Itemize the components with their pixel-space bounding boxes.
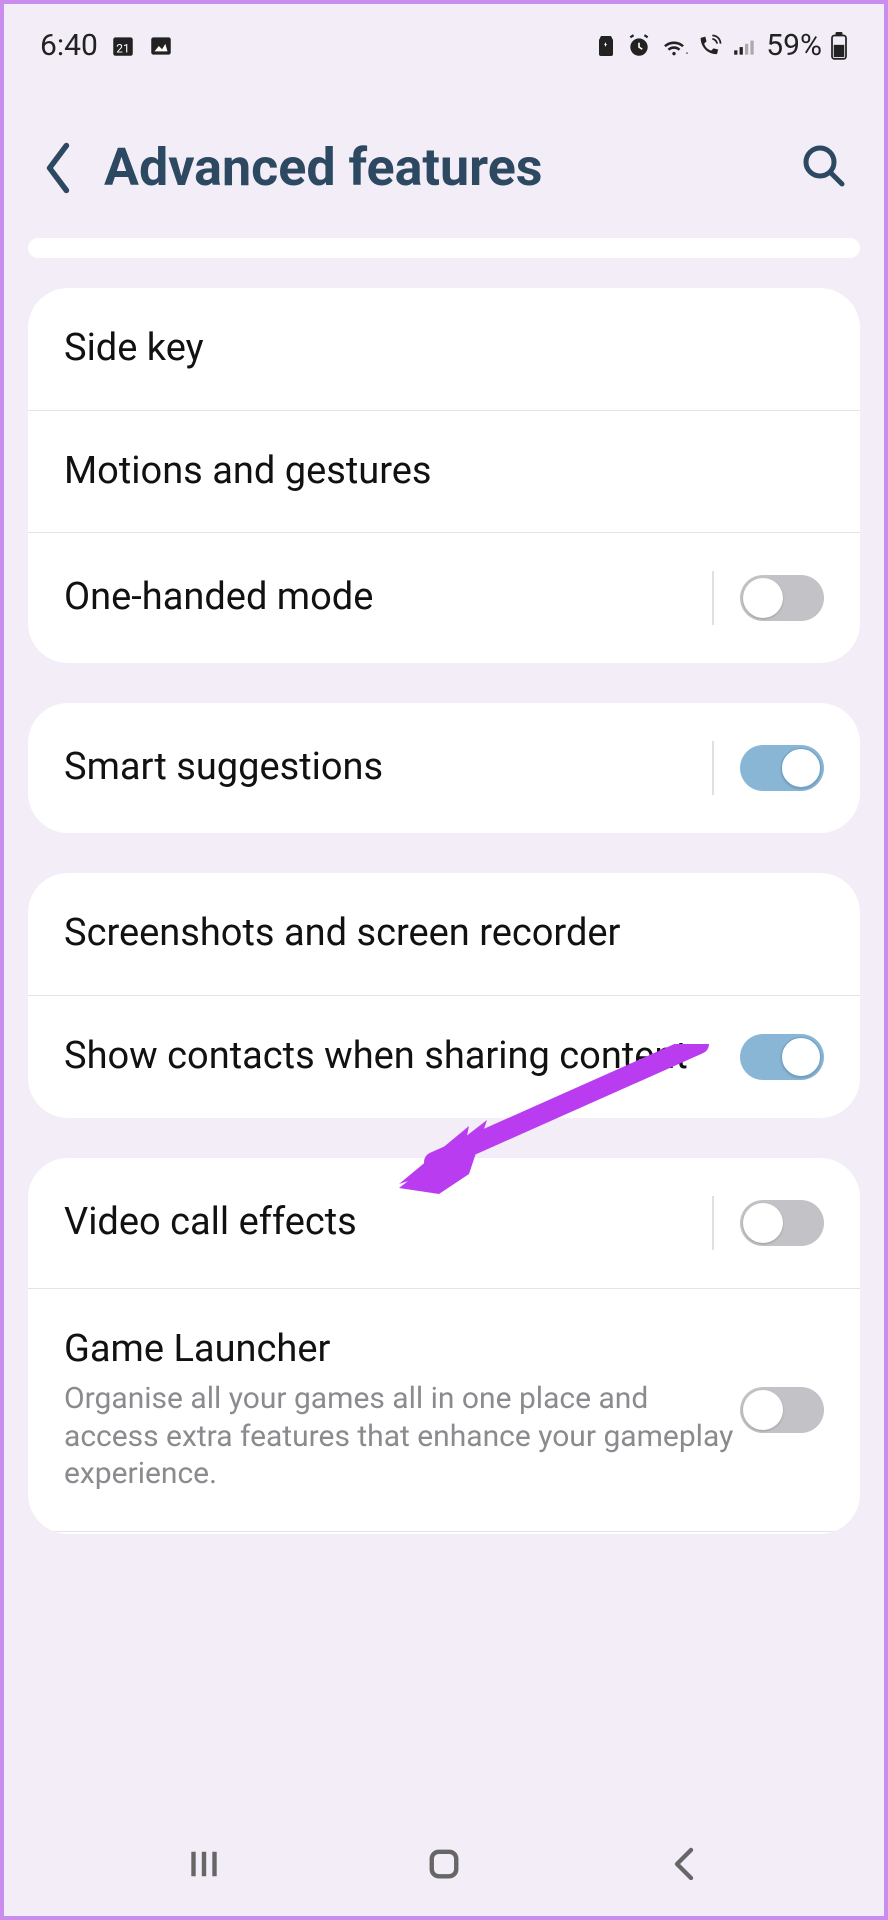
header: Advanced features bbox=[4, 73, 884, 238]
wifi-calling-icon bbox=[696, 34, 724, 58]
divider-pill bbox=[28, 238, 860, 258]
setting-screenshots-recorder[interactable]: Screenshots and screen recorder bbox=[28, 873, 860, 996]
setting-label: Game Launcher bbox=[64, 1327, 740, 1373]
settings-group: Side key Motions and gestures One-handed… bbox=[28, 288, 860, 663]
divider bbox=[712, 571, 714, 625]
setting-description: Organise all your games all in one place… bbox=[64, 1380, 740, 1493]
setting-side-key[interactable]: Side key bbox=[28, 288, 860, 411]
setting-label: Show contacts when sharing content bbox=[64, 1034, 740, 1080]
navigation-bar bbox=[4, 1826, 884, 1916]
svg-text:+: + bbox=[686, 46, 688, 58]
setting-show-contacts-sharing[interactable]: Show contacts when sharing content bbox=[28, 996, 860, 1118]
setting-game-launcher[interactable]: Game Launcher Organise all your games al… bbox=[28, 1289, 860, 1532]
battery-percent: 59% bbox=[766, 28, 822, 63]
settings-group: Video call effects Game Launcher Organis… bbox=[28, 1158, 860, 1534]
divider bbox=[712, 1196, 714, 1250]
search-button[interactable] bbox=[800, 142, 848, 194]
toggle-game-launcher[interactable] bbox=[740, 1387, 824, 1433]
gallery-icon bbox=[148, 33, 174, 59]
setting-label: Screenshots and screen recorder bbox=[64, 911, 824, 957]
setting-label: One-handed mode bbox=[64, 575, 686, 621]
toggle-show-contacts-sharing[interactable] bbox=[740, 1034, 824, 1080]
toggle-video-call-effects[interactable] bbox=[740, 1200, 824, 1246]
home-button[interactable] bbox=[423, 1843, 465, 1889]
nav-back-button[interactable] bbox=[663, 1843, 705, 1889]
setting-label: Video call effects bbox=[64, 1200, 686, 1246]
recycle-icon bbox=[594, 34, 618, 58]
status-bar: 6:40 21 + 59% bbox=[4, 4, 884, 73]
svg-text:21: 21 bbox=[116, 41, 129, 55]
toggle-one-handed-mode[interactable] bbox=[740, 575, 824, 621]
alarm-icon bbox=[626, 33, 652, 59]
setting-smart-suggestions[interactable]: Smart suggestions bbox=[28, 703, 860, 833]
setting-label: Motions and gestures bbox=[64, 449, 824, 495]
page-title: Advanced features bbox=[104, 137, 772, 198]
settings-group: Smart suggestions bbox=[28, 703, 860, 833]
recents-button[interactable] bbox=[183, 1843, 225, 1889]
setting-motions-gestures[interactable]: Motions and gestures bbox=[28, 411, 860, 534]
settings-group: Screenshots and screen recorder Show con… bbox=[28, 873, 860, 1118]
setting-video-call-effects[interactable]: Video call effects bbox=[28, 1158, 860, 1289]
wifi-icon: + bbox=[660, 34, 688, 58]
setting-label: Smart suggestions bbox=[64, 745, 686, 791]
battery-icon bbox=[830, 32, 848, 60]
setting-label: Side key bbox=[64, 326, 824, 372]
setting-one-handed-mode[interactable]: One-handed mode bbox=[28, 533, 860, 663]
status-clock: 6:40 bbox=[40, 28, 98, 63]
calendar-icon: 21 bbox=[110, 33, 136, 59]
toggle-smart-suggestions[interactable] bbox=[740, 745, 824, 791]
divider bbox=[712, 741, 714, 795]
cellular-signal-icon bbox=[732, 34, 758, 58]
back-button[interactable] bbox=[40, 140, 76, 196]
